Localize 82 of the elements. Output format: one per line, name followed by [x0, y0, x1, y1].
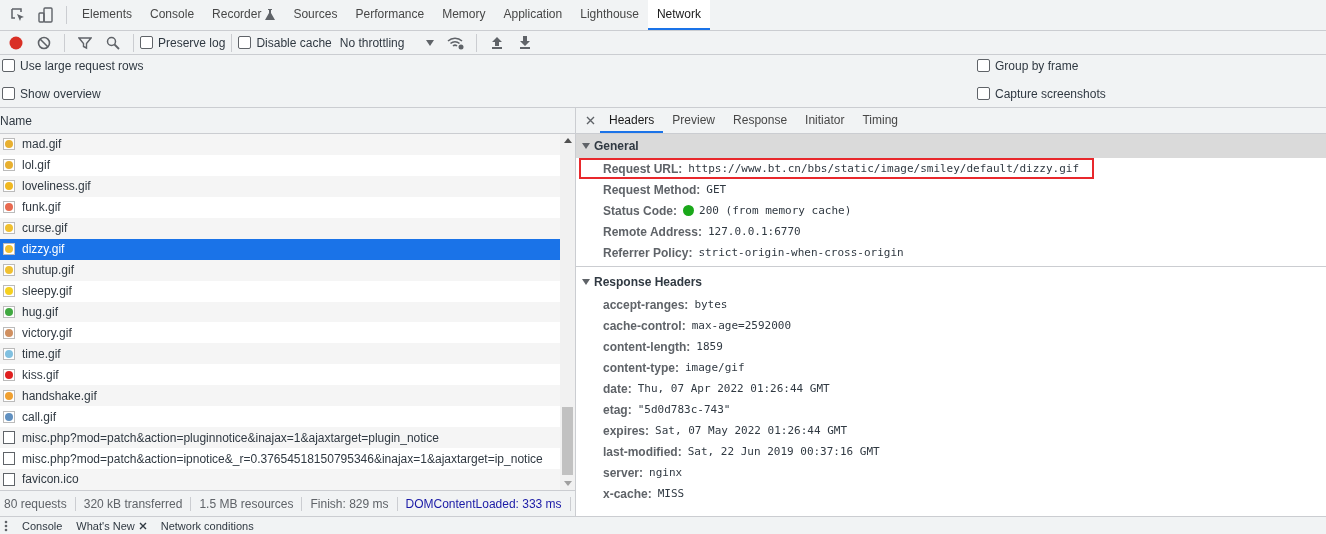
header-value: 127.0.0.1:6770 [707, 225, 801, 238]
throttling-select[interactable]: No throttling [331, 35, 443, 50]
section-header[interactable]: General [576, 134, 1326, 158]
request-row[interactable]: handshake.gif [0, 385, 560, 407]
request-row[interactable]: hug.gif [0, 301, 560, 323]
caret-icon [426, 39, 435, 46]
request-row[interactable]: mad.gif [0, 134, 560, 155]
status-text: DOMContentLoaded: 333 ms [397, 496, 571, 511]
request-row[interactable]: favicon.ico [0, 469, 560, 490]
header-value: GET [706, 183, 727, 196]
panel-tab[interactable]: Elements [73, 0, 142, 30]
document-icon [3, 431, 15, 445]
header-value: MISS [657, 487, 685, 500]
header-name: expires: [603, 423, 650, 438]
scrollbar-thumb[interactable] [562, 407, 573, 475]
header-value: 1859 [696, 340, 723, 353]
request-row[interactable]: loveliness.gif [0, 175, 560, 197]
header-name: content-length: [603, 339, 691, 354]
detail-tab[interactable]: Preview [663, 108, 725, 133]
panel-tab[interactable]: Network [647, 0, 710, 30]
panel-tab[interactable]: Recorder [203, 0, 285, 30]
detail-tab[interactable]: Initiator [796, 108, 854, 133]
request-row[interactable]: shutup.gif [0, 259, 560, 281]
panel-tab[interactable]: Application [494, 0, 572, 30]
flask-icon [265, 8, 276, 20]
panel-tab[interactable]: Memory [433, 0, 495, 30]
request-row[interactable]: misc.php?mod=patch&action=pluginnotice&inajax=1&ajaxtarget=plugin_notice [0, 427, 560, 449]
header-name: x-cache: [603, 486, 652, 501]
triangle-icon[interactable] [582, 142, 590, 150]
request-row[interactable]: curse.gif [0, 217, 560, 239]
header-name: accept-ranges: [603, 297, 689, 312]
header-name: Referrer Policy: [603, 245, 693, 260]
header-name: date: [603, 381, 632, 396]
panel-tab[interactable]: Performance [346, 0, 434, 30]
checkbox[interactable]: Group by frame [977, 58, 1079, 73]
checkbox[interactable]: Use large request rows [2, 58, 144, 73]
checkbox[interactable]: Preserve log [140, 35, 226, 50]
more-icon[interactable] [4, 519, 8, 532]
header-name: Status Code: [603, 203, 677, 218]
header-value: "5d0d783c-743" [637, 403, 731, 416]
detail-tab[interactable]: Response [724, 108, 797, 133]
detail-tab[interactable]: Timing [853, 108, 907, 133]
header-value: Sat, 22 Jun 2019 00:37:16 GMT [687, 445, 880, 458]
checkbox[interactable]: Disable cache [238, 35, 332, 50]
header-value: Sat, 07 May 2022 01:26:44 GMT [655, 424, 848, 437]
panel-tab[interactable]: Lighthouse [571, 0, 648, 30]
drawer-tab[interactable]: What's New [76, 519, 147, 532]
header-value: nginx [649, 466, 683, 479]
header-value: bytes [694, 298, 728, 311]
checkbox[interactable]: Capture screenshots [977, 86, 1106, 101]
scroll-up-icon[interactable] [563, 138, 572, 143]
header-name: Request Method: [603, 182, 701, 197]
header-value: 200 (from memory cache) [699, 204, 852, 217]
document-icon [3, 452, 15, 466]
header-value: https://www.bt.cn/bbs/static/image/smiley/default/dizzy.gif [688, 162, 1080, 175]
drawer-tab[interactable]: Console [22, 519, 63, 532]
header-value: strict-origin-when-cross-origin [698, 246, 904, 259]
close-icon[interactable] [138, 521, 147, 530]
request-row[interactable]: time.gif [0, 343, 560, 365]
record-icon[interactable] [9, 35, 23, 50]
header-value: Thu, 07 Apr 2022 01:26:44 GMT [637, 382, 830, 395]
document-icon [3, 472, 15, 486]
header-name: etag: [603, 402, 632, 417]
status-text: Finish: 829 ms [302, 496, 398, 511]
header-value: image/gif [685, 361, 745, 374]
header-name: last-modified: [603, 444, 682, 459]
header-name: Request URL: [603, 161, 683, 176]
checkbox[interactable]: Show overview [2, 86, 101, 101]
header-name: content-type: [603, 360, 679, 375]
status-text: 320 kB transferred [75, 496, 192, 511]
panel-tab[interactable]: Sources [284, 0, 347, 30]
header-name: cache-control: [603, 318, 686, 333]
triangle-icon[interactable] [582, 278, 590, 286]
panel-tab[interactable]: Console [141, 0, 204, 30]
request-row[interactable]: dizzy.gif [0, 238, 560, 260]
status-text: 1.5 MB resources [191, 496, 303, 511]
column-header[interactable]: Name [0, 113, 32, 128]
status-text: 80 requests [4, 496, 76, 511]
header-name: Remote Address: [603, 224, 702, 239]
drawer-tab[interactable]: Network conditions [160, 519, 254, 532]
header-value: max-age=2592000 [691, 319, 792, 332]
header-name: server: [603, 465, 644, 480]
